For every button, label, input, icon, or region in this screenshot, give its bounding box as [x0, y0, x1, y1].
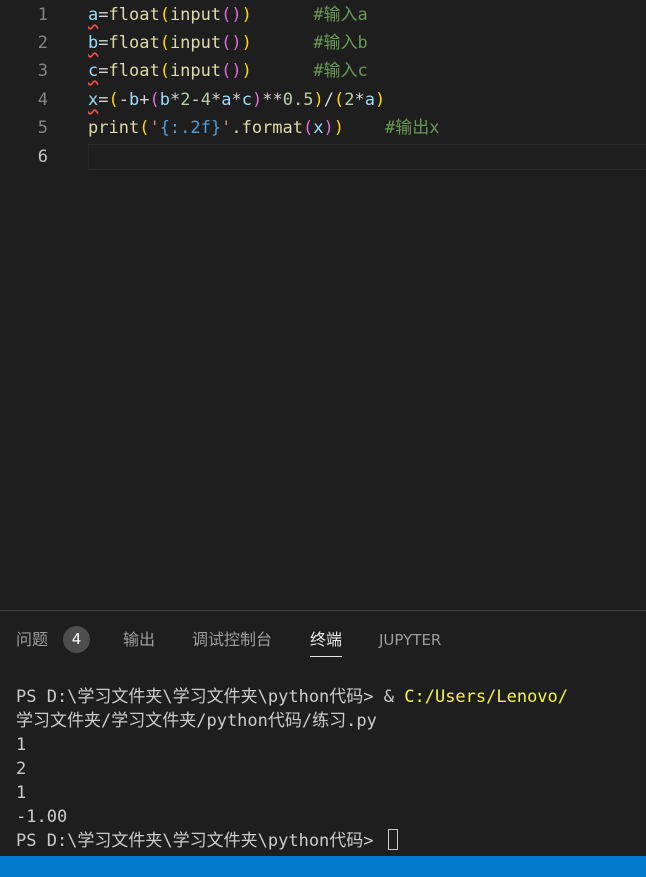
code-text: b=float(input()) #输入b — [88, 33, 368, 53]
terminal-cursor — [387, 829, 398, 850]
tab-jupyter[interactable]: JUPYTER — [379, 629, 441, 651]
code-text: a=float(input()) #输入a — [88, 5, 368, 25]
terminal-line: PS D:\学习文件夹\学习文件夹\python代码> & C:/Users/L… — [16, 687, 569, 707]
terminal[interactable]: PS D:\学习文件夹\学习文件夹\python代码> & C:/Users/L… — [16, 685, 646, 853]
line-number: 4 — [37, 90, 48, 110]
terminal-output-line: -1.00 — [16, 807, 68, 827]
tab-terminal[interactable]: 终端 — [310, 629, 343, 657]
code-text: c=float(input()) #输入c — [88, 61, 368, 81]
terminal-line: 学习文件夹/学习文件夹/python代码/练习.py — [16, 711, 377, 731]
terminal-output-line: 1 — [16, 735, 27, 755]
line-number: 1 — [37, 5, 48, 25]
code-text: x=(-b+(b*2-4*a*c)**0.5)/(2*a) — [88, 90, 386, 110]
code-editor[interactable]: 1 a=float(input()) #输入a 2 b=float(input(… — [0, 0, 646, 610]
code-line-1[interactable]: 1 a=float(input()) #输入a — [0, 1, 646, 29]
code-line-5[interactable]: 5 print('{:.2f}'.format(x)) #输出x — [0, 114, 646, 142]
line-number: 3 — [37, 61, 48, 81]
status-bar — [0, 856, 646, 877]
terminal-output-line: 2 — [16, 759, 27, 779]
line-number: 5 — [37, 118, 48, 138]
code-text: print('{:.2f}'.format(x)) #输出x — [88, 118, 440, 138]
tab-debug-console[interactable]: 调试控制台 — [192, 629, 272, 651]
code-line-6[interactable]: 6 — [0, 143, 646, 171]
code-line-3[interactable]: 3 c=float(input()) #输入c — [0, 57, 646, 85]
terminal-prompt-line: PS D:\学习文件夹\学习文件夹\python代码> — [16, 829, 646, 853]
line-number: 2 — [37, 33, 48, 53]
code-line-2[interactable]: 2 b=float(input()) #输入b — [0, 29, 646, 57]
tab-problems[interactable]: 问题 — [16, 629, 48, 651]
problems-count-badge: 4 — [63, 626, 90, 653]
line-number: 6 — [37, 147, 48, 167]
terminal-output-line: 1 — [16, 783, 27, 803]
tab-output[interactable]: 输出 — [123, 629, 155, 651]
panel-tabs: 问题 4 输出 调试控制台 终端 JUPYTER — [0, 611, 646, 667]
bottom-panel: 问题 4 输出 调试控制台 终端 JUPYTER PS D:\学习文件夹\学习文… — [0, 610, 646, 857]
code-line-4[interactable]: 4 x=(-b+(b*2-4*a*c)**0.5)/(2*a) — [0, 86, 646, 114]
